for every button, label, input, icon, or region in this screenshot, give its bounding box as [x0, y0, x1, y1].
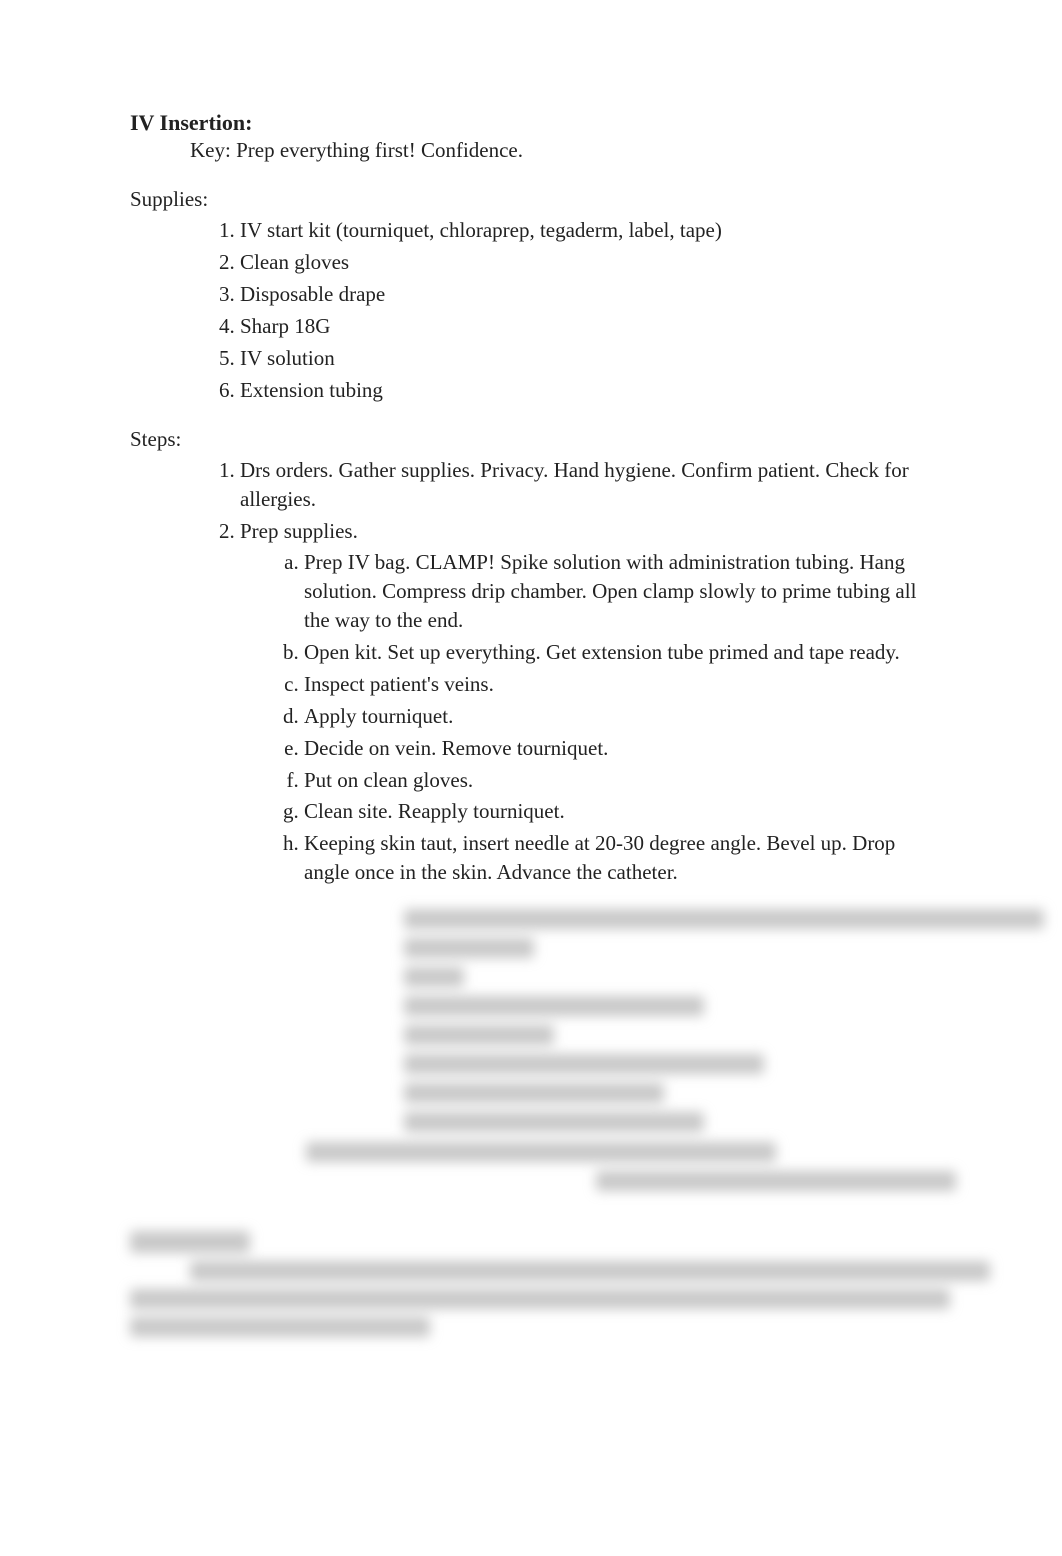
list-item: Clean site. Reapply tourniquet.	[304, 797, 942, 826]
list-item: Inspect patient's veins.	[304, 670, 942, 699]
list-item: Prep supplies. Prep IV bag. CLAMP! Spike…	[240, 517, 942, 888]
key-line: Key: Prep everything first! Confidence.	[130, 138, 942, 163]
supplies-heading: Supplies:	[130, 187, 942, 212]
list-item: Extension tubing	[240, 376, 942, 405]
steps-list: Drs orders. Gather supplies. Privacy. Ha…	[130, 456, 942, 888]
list-item: Apply tourniquet.	[304, 702, 942, 731]
obscured-content	[130, 909, 942, 1191]
list-item: Open kit. Set up everything. Get extensi…	[304, 638, 942, 667]
list-item: Disposable drape	[240, 280, 942, 309]
steps-heading: Steps:	[130, 427, 942, 452]
step2-label: Prep supplies.	[240, 519, 358, 543]
list-item: IV start kit (tourniquet, chloraprep, te…	[240, 216, 942, 245]
list-item: Prep IV bag. CLAMP! Spike solution with …	[304, 548, 942, 635]
list-item: Put on clean gloves.	[304, 766, 942, 795]
list-item: Clean gloves	[240, 248, 942, 277]
title: IV Insertion:	[130, 110, 942, 136]
list-item: Drs orders. Gather supplies. Privacy. Ha…	[240, 456, 942, 514]
obscured-footer	[130, 1231, 942, 1337]
list-item: Decide on vein. Remove tourniquet.	[304, 734, 942, 763]
document-page: IV Insertion: Key: Prep everything first…	[0, 0, 1062, 1405]
list-item: IV solution	[240, 344, 942, 373]
list-item: Keeping skin taut, insert needle at 20-3…	[304, 829, 942, 887]
supplies-list: IV start kit (tourniquet, chloraprep, te…	[130, 216, 942, 405]
substeps-list: Prep IV bag. CLAMP! Spike solution with …	[240, 548, 942, 888]
list-item: Sharp 18G	[240, 312, 942, 341]
